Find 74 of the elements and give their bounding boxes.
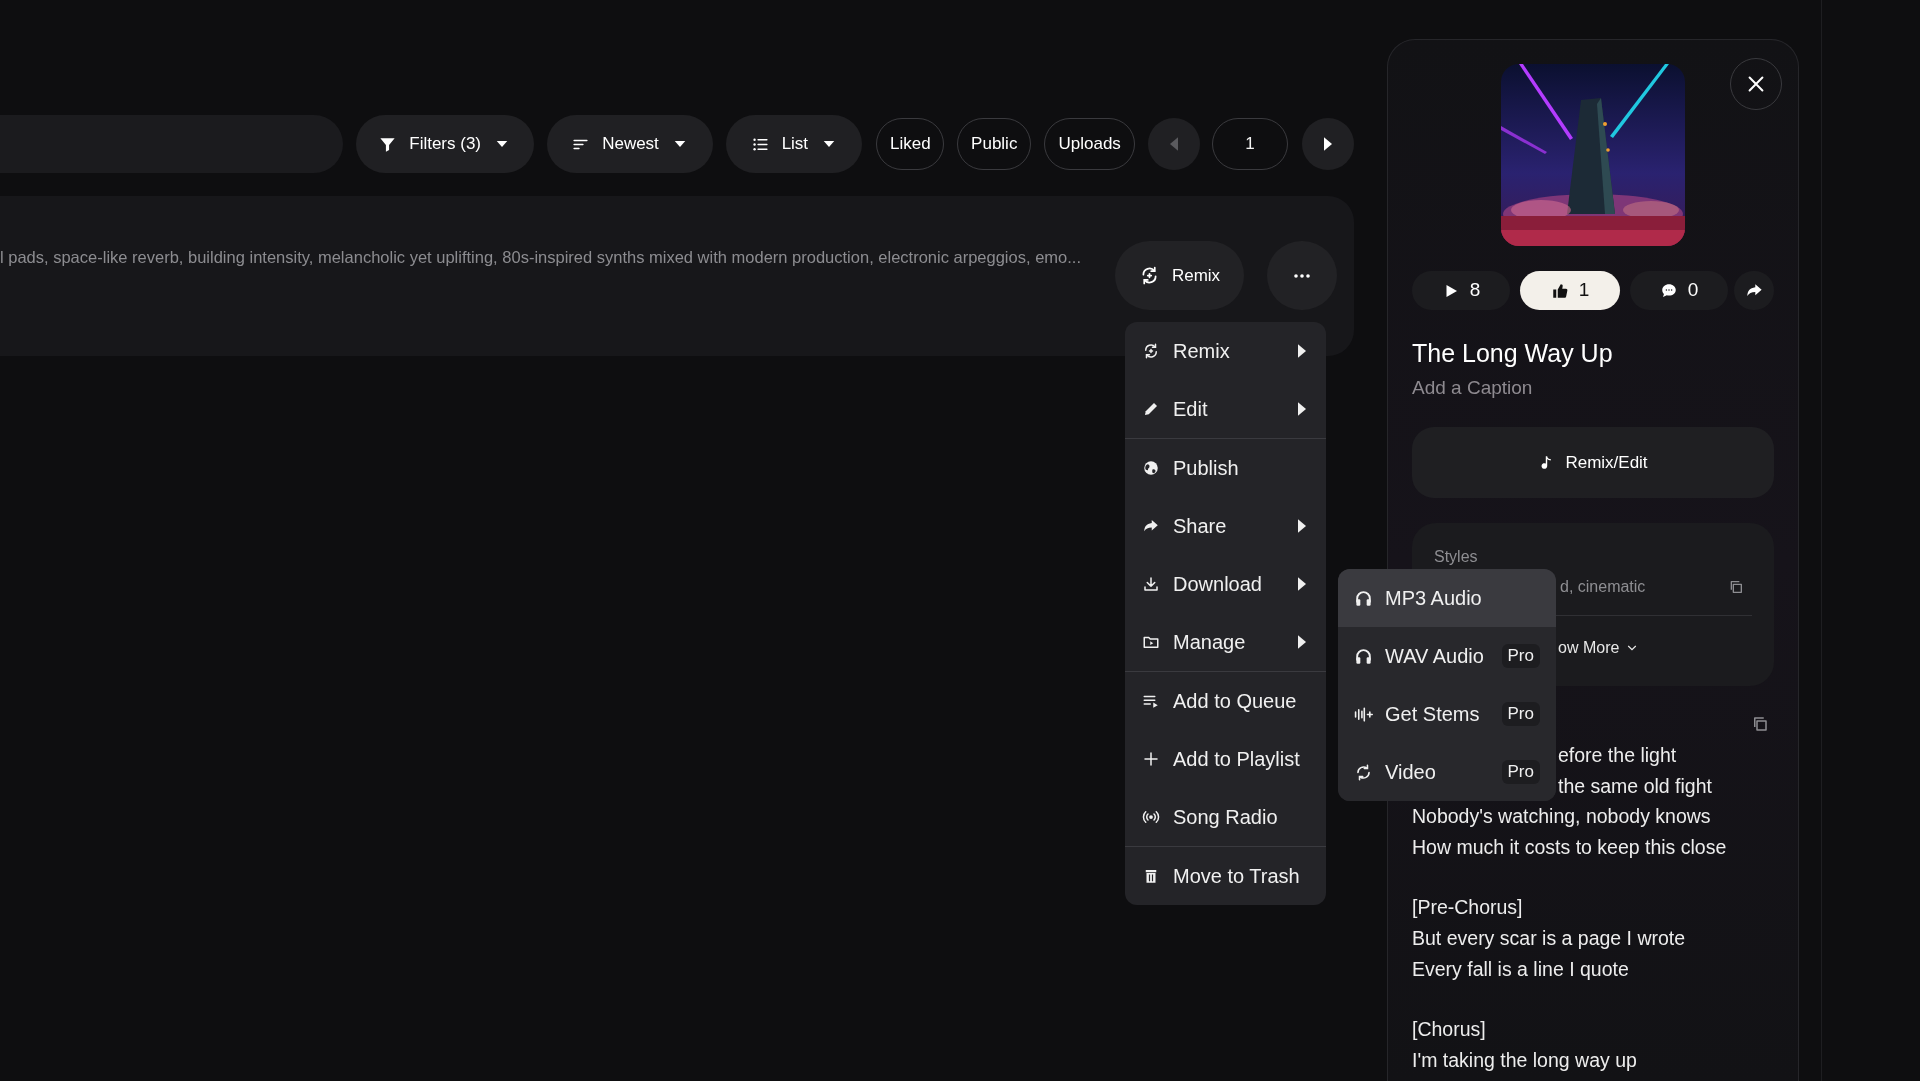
pro-badge: Pro — [1501, 644, 1540, 668]
styles-text: d, cinematic — [1560, 577, 1647, 597]
lyric-line: [Pre-Chorus] — [1412, 895, 1523, 921]
waveform-icon — [1354, 704, 1373, 724]
lyric-line: Nobody's watching, nobody knows — [1412, 804, 1711, 830]
menu-item-label: Move to Trash — [1173, 864, 1301, 889]
menu-item[interactable]: Song Radio — [1125, 788, 1326, 846]
copy-icon — [1751, 715, 1769, 733]
menu-item[interactable]: Manage — [1125, 613, 1326, 671]
share-button[interactable] — [1734, 271, 1774, 310]
pro-badge: Pro — [1501, 702, 1540, 726]
menu-item[interactable]: Publish — [1125, 439, 1326, 497]
circular-arrows-icon — [1142, 342, 1160, 360]
plays-count-button[interactable]: 8 — [1412, 271, 1510, 310]
caret-right-icon — [1298, 402, 1306, 416]
menu-item[interactable]: Share — [1125, 497, 1326, 555]
styles-label: Styles — [1434, 547, 1479, 567]
submenu-item[interactable]: MP3 Audio — [1338, 569, 1556, 627]
caret-left-icon — [1170, 137, 1179, 151]
download-icon — [1142, 575, 1160, 593]
lyric-line: How much it costs to keep this close — [1412, 834, 1727, 860]
song-description: l pads, space-like reverb, building intensity, melancholic yet uplifting, 80s-inspired synths mixed with modern production, electronic arpeggios, emo... — [0, 247, 1082, 267]
caret-right-icon — [1298, 635, 1306, 649]
menu-item[interactable]: Add to Playlist — [1125, 730, 1326, 788]
menu-item-label: Add to Playlist — [1173, 747, 1301, 772]
plus-icon — [1142, 750, 1160, 768]
lyric-line: But every scar is a page I wrote — [1412, 925, 1686, 951]
menu-item-label: Song Radio — [1173, 805, 1279, 830]
menu-item[interactable]: Download — [1125, 555, 1326, 613]
remix-button[interactable]: Remix — [1115, 241, 1244, 310]
lyric-line: the same old fight — [1558, 773, 1712, 799]
menu-item-label: Add to Queue — [1173, 689, 1298, 714]
menu-item-label: Publish — [1173, 456, 1240, 481]
submenu-item-label: Video — [1385, 760, 1437, 785]
lyric-line: Every fall is a line I quote — [1412, 956, 1629, 982]
submenu-item-label: WAV Audio — [1385, 644, 1485, 669]
globe-icon — [1142, 459, 1160, 477]
menu-item-label: Edit — [1173, 397, 1209, 422]
next-page-button[interactable] — [1302, 118, 1354, 170]
menu-item[interactable]: Move to Trash — [1125, 847, 1326, 905]
menu-item-label: Manage — [1173, 630, 1247, 655]
submenu-item-label: Get Stems — [1385, 702, 1481, 727]
caret-right-icon — [1298, 344, 1306, 358]
lyric-line: efore the light — [1558, 743, 1677, 768]
filter-dropdown[interactable]: Filters (3) — [355, 115, 534, 173]
headphones-icon — [1354, 646, 1373, 666]
caret-right-icon — [1298, 577, 1306, 591]
menu-item[interactable]: Add to Queue — [1125, 672, 1326, 730]
likes-count-button[interactable]: 1 — [1520, 271, 1620, 310]
comments-count-button[interactable]: 0 — [1630, 271, 1728, 310]
show-more-button[interactable]: ow More — [1558, 636, 1640, 660]
more-icon — [1294, 273, 1310, 278]
list-dropdown[interactable]: List — [726, 115, 863, 173]
menu-item[interactable]: Remix — [1125, 322, 1326, 380]
menu-item-label: Download — [1173, 572, 1263, 597]
song-title: The Long Way Up — [1412, 338, 1614, 369]
pro-badge: Pro — [1501, 760, 1540, 784]
lyric-line: [Chorus] — [1412, 1017, 1486, 1043]
copy-icon — [1728, 579, 1744, 595]
submenu-item-label: MP3 Audio — [1385, 586, 1483, 611]
lyric-line: I'm taking the long way up — [1412, 1047, 1637, 1073]
speech-bubble-icon — [1659, 281, 1678, 300]
caption-field[interactable]: Add a Caption — [1412, 375, 1774, 401]
headphones-icon — [1354, 588, 1373, 608]
menu-item[interactable]: Edit — [1125, 380, 1326, 438]
menu-item-label: Remix — [1173, 339, 1231, 364]
circular-arrows-icon — [1354, 762, 1373, 782]
caret-right-icon — [1298, 519, 1306, 533]
sort-dropdown[interactable]: Newest — [546, 115, 714, 173]
caret-right-icon — [1324, 137, 1332, 151]
pencil-icon — [1142, 400, 1160, 418]
menu-item-label: Share — [1173, 514, 1228, 539]
remix-edit-button[interactable]: Remix/Edit — [1412, 427, 1774, 498]
broadcast-icon — [1142, 808, 1160, 826]
